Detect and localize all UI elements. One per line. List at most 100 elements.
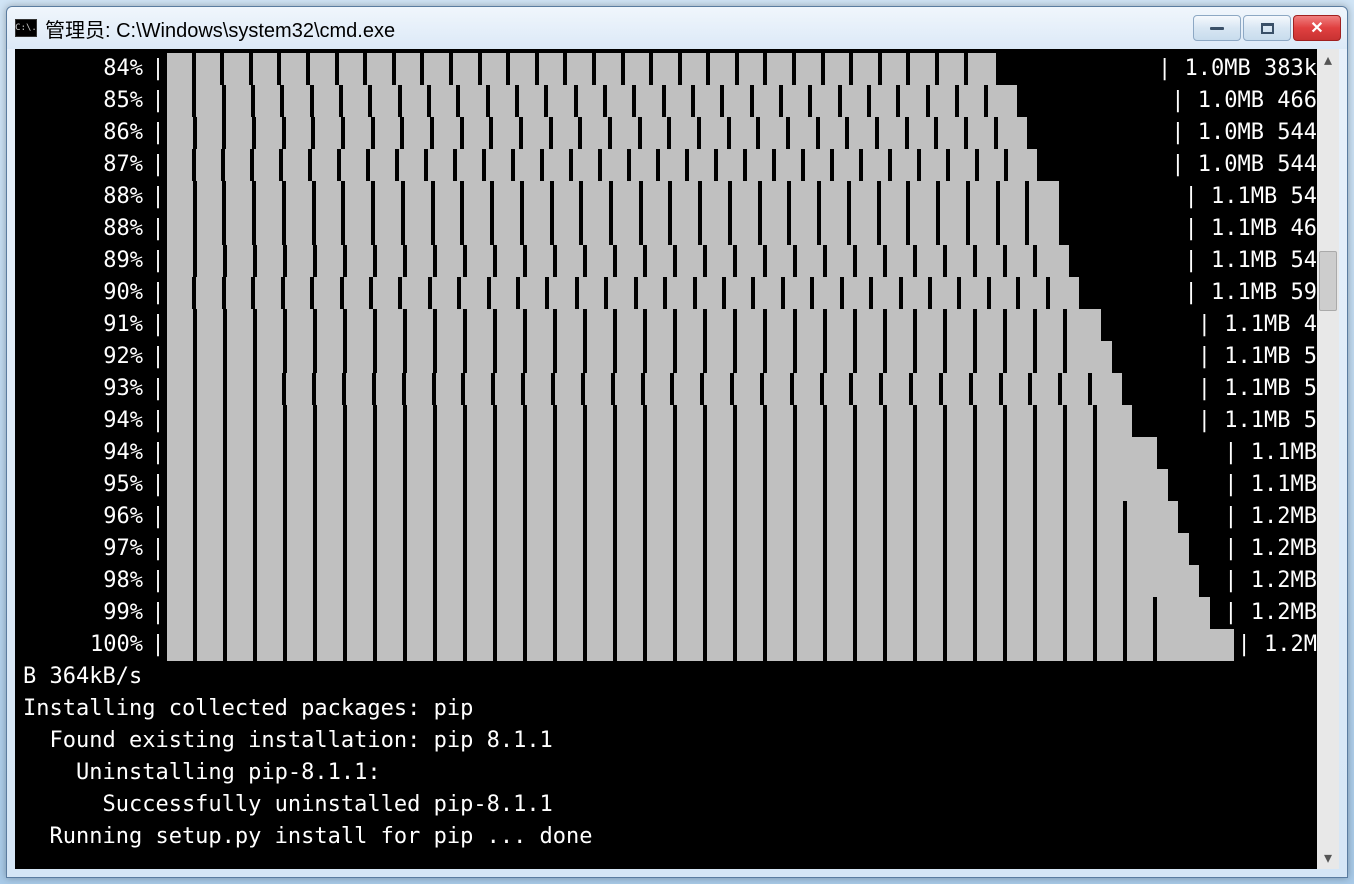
progress-percent: 97% bbox=[19, 533, 149, 565]
progress-tail: | 1.0MB 544 bbox=[1167, 117, 1317, 149]
progress-percent: 87% bbox=[19, 149, 149, 181]
progress-percent: 86% bbox=[19, 117, 149, 149]
progress-row: 88%| | 1.1MB 54 bbox=[19, 181, 1317, 213]
progress-bar-ticks bbox=[167, 149, 1037, 181]
progress-percent: 90% bbox=[19, 277, 149, 309]
progress-bar bbox=[167, 437, 1220, 469]
progress-row: 88%|| 1.1MB 46 bbox=[19, 213, 1317, 245]
progress-separator: | bbox=[149, 597, 167, 629]
minimize-button[interactable] bbox=[1193, 15, 1241, 41]
cmd-icon: C:\. bbox=[15, 19, 37, 37]
progress-row: 94%|| 1.1MB 5 bbox=[19, 405, 1317, 437]
progress-bar-ticks bbox=[167, 213, 1059, 245]
progress-bar-ticks bbox=[167, 405, 1132, 437]
progress-separator: | bbox=[149, 341, 167, 373]
progress-bar-ticks bbox=[167, 341, 1112, 373]
progress-row: 98%|| 1.2MB bbox=[19, 565, 1317, 597]
progress-percent: 85% bbox=[19, 85, 149, 117]
progress-row: 95%|| 1.1MB bbox=[19, 469, 1317, 501]
progress-separator: | bbox=[149, 181, 167, 213]
progress-bar bbox=[167, 405, 1194, 437]
progress-percent: 91% bbox=[19, 309, 149, 341]
progress-bar bbox=[167, 501, 1220, 533]
progress-separator: | bbox=[149, 469, 167, 501]
progress-bar-ticks bbox=[167, 437, 1157, 469]
scroll-thumb[interactable] bbox=[1319, 251, 1337, 311]
progress-tail: | 1.0MB 383k bbox=[1154, 53, 1317, 85]
progress-tail: | 1.1MB 5 bbox=[1194, 341, 1317, 373]
progress-bar-ticks bbox=[167, 469, 1168, 501]
progress-row: 86%| | 1.0MB 544 bbox=[19, 117, 1317, 149]
progress-percent: 96% bbox=[19, 501, 149, 533]
progress-percent: 89% bbox=[19, 245, 149, 277]
progress-tail: | 1.1MB 5 bbox=[1194, 373, 1317, 405]
progress-bar-ticks bbox=[167, 533, 1189, 565]
progress-separator: | bbox=[149, 373, 167, 405]
console-output[interactable]: 84%|| 1.0MB 383k85%|| 1.0MB 46686%|| 1.0… bbox=[15, 49, 1317, 869]
progress-row: 87%| | 1.0MB 544 bbox=[19, 149, 1317, 181]
progress-separator: | bbox=[149, 117, 167, 149]
progress-percent: 92% bbox=[19, 341, 149, 373]
progress-tail: | 1.1MB 54 bbox=[1181, 245, 1317, 277]
scroll-up-arrow[interactable]: ▴ bbox=[1317, 49, 1339, 71]
progress-tail: | 1.0MB 544 bbox=[1167, 149, 1317, 181]
progress-bar-ticks bbox=[167, 85, 1017, 117]
progress-tail: | 1.0MB 466 bbox=[1167, 85, 1317, 117]
progress-separator: | bbox=[149, 53, 167, 85]
console-line: Found existing installation: pip 8.1.1 bbox=[19, 725, 1317, 757]
progress-separator: | bbox=[149, 437, 167, 469]
progress-bar bbox=[167, 469, 1220, 501]
progress-bar bbox=[167, 373, 1194, 405]
titlebar[interactable]: C:\. 管理员: C:\Windows\system32\cmd.exe ✕ bbox=[7, 7, 1347, 49]
progress-bar bbox=[167, 565, 1220, 597]
progress-tail: | 1.2MB bbox=[1220, 501, 1317, 533]
console-line: Successfully uninstalled pip-8.1.1 bbox=[19, 789, 1317, 821]
progress-bar bbox=[167, 629, 1234, 661]
scrollbar[interactable]: ▴ ▾ bbox=[1317, 49, 1339, 869]
progress-bar bbox=[167, 533, 1220, 565]
progress-separator: | bbox=[149, 85, 167, 117]
close-icon: ✕ bbox=[1310, 18, 1323, 38]
console-line: Uninstalling pip-8.1.1: bbox=[19, 757, 1317, 789]
progress-bar bbox=[167, 53, 1154, 85]
progress-tail: | 1.1MB 46 bbox=[1181, 213, 1317, 245]
progress-row: 93%| | 1.1MB 5 bbox=[19, 373, 1317, 405]
progress-bar-ticks bbox=[167, 501, 1178, 533]
progress-percent: 93% bbox=[19, 373, 149, 405]
progress-separator: | bbox=[149, 309, 167, 341]
progress-row: 97%|| 1.2MB bbox=[19, 533, 1317, 565]
scroll-track[interactable] bbox=[1317, 71, 1339, 847]
progress-bar-ticks bbox=[167, 117, 1027, 149]
progress-separator: | bbox=[149, 533, 167, 565]
progress-row: 89%|| 1.1MB 54 bbox=[19, 245, 1317, 277]
cmd-window: C:\. 管理员: C:\Windows\system32\cmd.exe ✕ … bbox=[6, 6, 1348, 878]
progress-row: 99%|| 1.2MB bbox=[19, 597, 1317, 629]
scroll-down-arrow[interactable]: ▾ bbox=[1317, 847, 1339, 869]
progress-separator: | bbox=[149, 149, 167, 181]
progress-bar bbox=[167, 309, 1194, 341]
progress-bar bbox=[167, 597, 1220, 629]
progress-percent: 95% bbox=[19, 469, 149, 501]
progress-row: 91%|| 1.1MB 4 bbox=[19, 309, 1317, 341]
progress-bar-ticks bbox=[167, 565, 1199, 597]
progress-bar bbox=[167, 213, 1181, 245]
progress-tail: | 1.1MB 54 bbox=[1181, 181, 1317, 213]
progress-tail: | 1.1MB 5 bbox=[1194, 405, 1317, 437]
close-button[interactable]: ✕ bbox=[1293, 15, 1341, 41]
progress-bar bbox=[167, 341, 1194, 373]
progress-percent: 88% bbox=[19, 181, 149, 213]
minimize-icon bbox=[1210, 27, 1224, 30]
maximize-icon bbox=[1261, 23, 1274, 34]
progress-bar-ticks bbox=[167, 597, 1210, 629]
maximize-button[interactable] bbox=[1243, 15, 1291, 41]
progress-bar bbox=[167, 149, 1167, 181]
progress-separator: | bbox=[149, 629, 167, 661]
progress-tail: | 1.2MB bbox=[1220, 565, 1317, 597]
progress-bar-ticks bbox=[167, 181, 1059, 213]
progress-separator: | bbox=[149, 277, 167, 309]
progress-row: 90%|| 1.1MB 59 bbox=[19, 277, 1317, 309]
client-area: 84%|| 1.0MB 383k85%|| 1.0MB 46686%|| 1.0… bbox=[15, 49, 1339, 869]
console-line: B 364kB/s bbox=[19, 661, 1317, 693]
progress-percent: 99% bbox=[19, 597, 149, 629]
progress-percent: 94% bbox=[19, 405, 149, 437]
